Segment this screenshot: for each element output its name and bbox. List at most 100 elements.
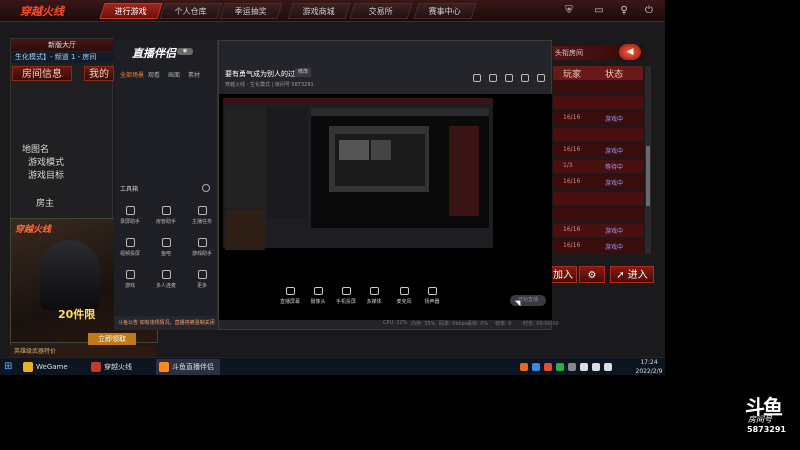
control-icon: [369, 287, 379, 295]
more-tool[interactable]: 更多: [190, 270, 214, 294]
room-row[interactable]: 16/16 游戏中: [553, 240, 643, 254]
room-row[interactable]: 16/16 游戏中: [553, 112, 643, 126]
room-admin-tool[interactable]: 房管助手: [154, 206, 178, 230]
room-row[interactable]: 16/16 游戏中: [553, 224, 643, 238]
stream-stat: 丢帧: 0%: [467, 321, 489, 327]
clock[interactable]: 17:24 2022/2/9: [633, 358, 665, 375]
volume-icon[interactable]: [592, 363, 600, 371]
tool-label: 更多: [196, 283, 207, 289]
tab-material[interactable]: 素材: [188, 70, 200, 79]
stream-stat: 内存: 35%: [411, 321, 436, 327]
room-players: 1/3: [563, 162, 573, 169]
room-row[interactable]: [553, 208, 643, 222]
room-row[interactable]: 16/16 游戏中: [553, 176, 643, 190]
tool-icon: [197, 270, 207, 279]
tray-app-icon[interactable]: [532, 363, 540, 371]
nav-lottery[interactable]: 季运抽奖: [219, 3, 283, 19]
record-tool[interactable]: 录屏助手: [118, 206, 142, 230]
camera-button[interactable]: 摄像头: [305, 287, 331, 305]
tray-app-icon[interactable]: [544, 363, 552, 371]
fans-tool[interactable]: 鱼吧: [154, 238, 178, 262]
shield-icon[interactable]: ⛨: [562, 4, 576, 18]
settings-button[interactable]: ⚙: [579, 266, 605, 283]
room-players: 16/16: [563, 242, 581, 249]
tool-label: 房管助手: [155, 219, 176, 225]
wegame-icon: [23, 362, 33, 372]
nav-events[interactable]: 赛事中心: [413, 3, 477, 19]
douyu-icon: [159, 362, 169, 372]
room-row[interactable]: [553, 192, 643, 206]
cast-tool[interactable]: 视频投屏: [118, 238, 142, 262]
tab-room-info[interactable]: 房间信息: [12, 66, 72, 81]
room-players: 16/16: [563, 178, 581, 185]
message-icon[interactable]: [521, 74, 529, 82]
tab-view[interactable]: 画面: [168, 70, 180, 79]
control-label: 手机投屏: [335, 299, 356, 305]
map-name-label: 地图名: [22, 145, 50, 155]
ime-icon[interactable]: [604, 363, 612, 371]
speaker-button[interactable]: 扬声器: [419, 287, 445, 305]
tray-app-icon[interactable]: [556, 363, 564, 371]
room-row[interactable]: [553, 96, 643, 110]
control-label: 多媒体: [366, 299, 382, 305]
nav-exchange[interactable]: 交易所: [349, 3, 413, 19]
taskbar-item-cf[interactable]: 穿越火线: [88, 359, 152, 375]
room-row[interactable]: [553, 80, 643, 94]
nav-warehouse[interactable]: 个人仓库: [159, 3, 223, 19]
tray-app-icon[interactable]: [520, 363, 528, 371]
window-icon[interactable]: ▭: [592, 4, 606, 18]
share-icon[interactable]: [473, 74, 481, 82]
control-label: 直播屏幕: [279, 299, 300, 305]
settings-icon[interactable]: [505, 74, 513, 82]
task-tool[interactable]: 主播任务: [190, 206, 214, 230]
windows-start-icon[interactable]: ⊞: [4, 361, 16, 373]
lobby-header: 新版大厅: [11, 39, 113, 51]
stream-stat: 帧率: 0: [495, 321, 512, 327]
tab-mine[interactable]: 我的: [84, 66, 114, 81]
tool-icon: [125, 206, 135, 215]
enter-button[interactable]: ➚ 进入: [610, 266, 654, 283]
multi-mic-tool[interactable]: 多人连麦: [154, 270, 178, 294]
room-row[interactable]: 1/3 等待中: [553, 160, 643, 174]
taskbar-item-wegame[interactable]: WeGame: [20, 359, 84, 375]
tab-watch[interactable]: 观看: [148, 70, 160, 79]
tool-icon: [161, 238, 171, 247]
tool-label: 主播任务: [191, 219, 212, 225]
tray-app-icon[interactable]: [568, 363, 576, 371]
nav-shop[interactable]: 游戏商城: [287, 3, 351, 19]
gift-icon[interactable]: [489, 74, 497, 82]
stream-title: 要有勇气成为别人的过去: [225, 70, 302, 78]
power-icon[interactable]: ⏻: [642, 4, 656, 18]
nav-play[interactable]: 进行游戏: [99, 3, 163, 19]
phone-cast-button[interactable]: 手机投屏: [333, 287, 359, 305]
tab-all-scenes[interactable]: 全部场景: [120, 70, 144, 79]
room-row[interactable]: 16/16 游戏中: [553, 144, 643, 158]
promo-claim-button[interactable]: 立即领取: [88, 333, 136, 345]
screen-button[interactable]: 直播屏幕: [277, 287, 303, 305]
edit-title-button[interactable]: 修改: [295, 68, 312, 77]
hint-icon[interactable]: ♀: [617, 4, 631, 18]
network-icon[interactable]: [580, 363, 588, 371]
room-status: 游戏中: [605, 116, 624, 123]
refresh-icon[interactable]: ◀: [619, 44, 641, 60]
col-status: 状态: [605, 70, 624, 80]
more-icon[interactable]: [537, 74, 545, 82]
tool-label: 多人连麦: [155, 283, 176, 289]
control-icon: [427, 287, 437, 295]
taskbar-item-douyu[interactable]: 斗鱼直播伴侣: [156, 359, 220, 375]
room-row[interactable]: [553, 128, 643, 142]
game-tool[interactable]: 游戏: [118, 270, 142, 294]
mic-button[interactable]: 麦克风: [391, 287, 417, 305]
game-top-bar: 穿越火线 进行游戏 个人仓库 季运抽奖 游戏商城 交易所 赛事中心 ⛨ ▭ ♀ …: [0, 0, 665, 22]
join-button[interactable]: 加入: [549, 266, 577, 283]
game-helper-tool[interactable]: 游戏助手: [190, 238, 214, 262]
media-button[interactable]: 多媒体: [361, 287, 387, 305]
stream-app-title: 直播伴侣: [132, 47, 176, 60]
control-label: 麦克风: [396, 299, 412, 305]
control-label: 摄像头: [310, 299, 326, 305]
room-list-scrollbar[interactable]: [645, 66, 651, 254]
game-logo: 穿越火线: [20, 5, 64, 18]
room-status: 游戏中: [605, 148, 624, 155]
toolbox-toggle-icon[interactable]: [202, 184, 210, 192]
room-players: 16/16: [563, 114, 581, 121]
